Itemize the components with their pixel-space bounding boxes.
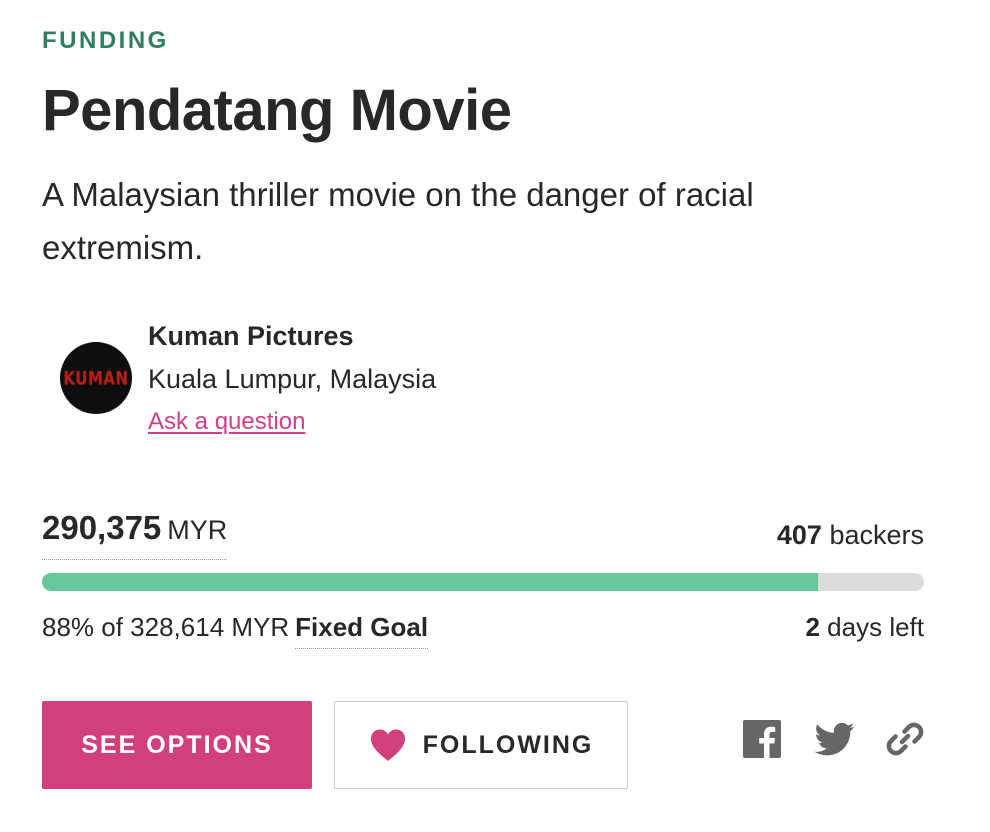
project-card: FUNDING Pendatang Movie A Malaysian thri… <box>0 0 990 832</box>
heart-icon <box>370 729 405 761</box>
project-blurb: A Malaysian thriller movie on the danger… <box>42 176 754 266</box>
goal-text: 88% of 328,614 MYR <box>42 612 290 642</box>
following-button[interactable]: FOLLOWING <box>334 701 628 789</box>
twitter-icon <box>815 722 855 756</box>
see-options-button[interactable]: SEE OPTIONS <box>42 701 312 789</box>
funding-progress-fill <box>42 573 819 591</box>
facebook-share[interactable] <box>742 719 782 759</box>
link-icon <box>886 722 924 756</box>
project-category[interactable]: FUNDING <box>42 27 169 55</box>
creator-avatar[interactable]: KUMAN <box>60 342 132 414</box>
days-label: days left <box>827 612 924 642</box>
days-count: 2 <box>805 612 820 642</box>
twitter-share[interactable] <box>815 719 855 759</box>
goal-type[interactable]: Fixed Goal <box>295 612 429 649</box>
pledged-amount: 290,375 <box>42 509 162 546</box>
project-title: Pendatang Movie <box>42 78 512 143</box>
following-label: FOLLOWING <box>422 730 594 759</box>
backers-label: backers <box>829 520 924 550</box>
backers-summary: 407 backers <box>777 518 924 552</box>
creator-section: KUMAN Kuman Pictures Kuala Lumpur, Malay… <box>60 318 660 448</box>
backers-count: 407 <box>776 520 822 550</box>
pledged-currency: MYR <box>167 515 228 545</box>
facebook-icon <box>743 720 781 758</box>
goal-summary: 88% of 328,614 MYR Fixed Goal <box>42 611 429 649</box>
creator-name[interactable]: Kuman Pictures <box>148 320 354 352</box>
pledged-summary[interactable]: 290,375 MYR <box>42 509 228 560</box>
copy-link-share[interactable] <box>885 719 925 759</box>
creator-location: Kuala Lumpur, Malaysia <box>148 364 437 394</box>
ask-question-link[interactable]: Ask a question <box>148 408 305 436</box>
time-remaining: 2 days left <box>805 611 924 643</box>
creator-logo: KUMAN <box>63 366 129 390</box>
funding-progress-bar <box>42 573 924 591</box>
